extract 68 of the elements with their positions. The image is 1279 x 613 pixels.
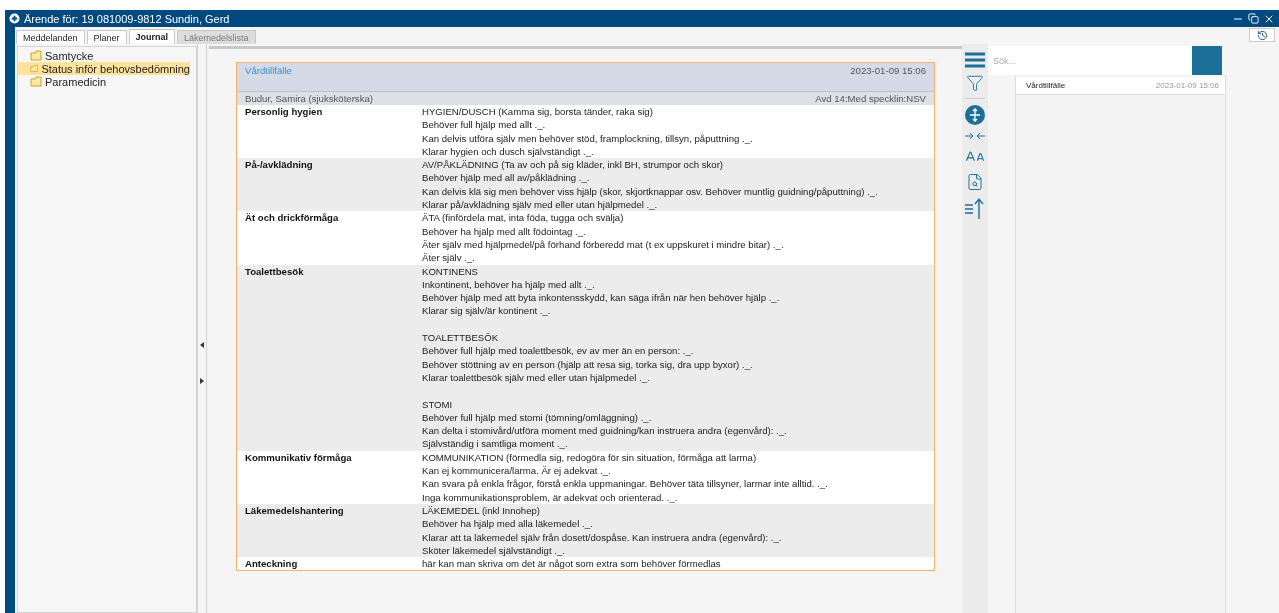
record-line: Kan svara på enkla frågor, förstå enkla uppmaningar. Behöver täta tillsyner, larmar inte alltid. ._. bbox=[422, 477, 828, 491]
filter-icon[interactable] bbox=[966, 74, 984, 92]
record-line: Klarar att ta läkemedel själv från dosett/dospåse. Kan instruera andra (egenvård): ._. bbox=[422, 530, 782, 544]
expand-right-icon[interactable] bbox=[200, 378, 204, 384]
record-unit: Avd 14:Med specklin:NSV bbox=[815, 93, 926, 104]
tab[interactable]: Journal bbox=[128, 29, 176, 44]
record-line: Äter själv med hjälpmedel/på förhand förberedd mat (t ex uppskuret i mindre bitar) ._. bbox=[422, 237, 784, 252]
section-label: Ät och drickförmåga bbox=[245, 211, 340, 226]
folder-icon bbox=[30, 63, 39, 74]
record-line: Kan ej kommunicera/larma. Är ej adekvat ._. bbox=[422, 464, 612, 478]
record-line: KOMMUNIKATION (förmedla sig, redogöra för sin situation, förmåga att larma) bbox=[422, 450, 758, 464]
record-date: 2023-01-09 15:06 bbox=[850, 65, 926, 78]
collapse-arrows-icon[interactable] bbox=[965, 131, 985, 141]
record-line: LÄKEMEDEL (inkl Innohep) bbox=[422, 503, 542, 518]
record-line: Äter själv ._. bbox=[422, 251, 476, 265]
window-title: Ärende för: 19 081009-9812 Sundin, Gerd bbox=[24, 12, 231, 25]
record-line: Klarar hygien och dusch självständigt ._. bbox=[422, 144, 595, 159]
record-line: Kan delta i stomivård/utföra moment med guidning/kan instruera andra (egenvård): ._. bbox=[422, 424, 787, 438]
document-search-icon[interactable] bbox=[966, 173, 984, 191]
tab[interactable]: Planer bbox=[86, 30, 127, 44]
result-title: Vårdtillfälle bbox=[1026, 81, 1066, 90]
record-author: Budur, Samira (sjuksköterska) bbox=[245, 93, 373, 104]
list-sort-up-icon[interactable] bbox=[965, 197, 985, 219]
record-line: Behöver full hjälp med stomi (tömning/omläggning) ._. bbox=[422, 410, 653, 425]
record-line: Behöver full hjälp med toalettbesök, ev av mer än en person: ._. bbox=[422, 344, 695, 358]
record-line: AV/PÅKLÄDNING (Ta av och på sig kläder, inkl BH, strumpor och skor) bbox=[422, 158, 725, 172]
collapse-left-icon[interactable] bbox=[200, 342, 204, 348]
menu-icon[interactable] bbox=[965, 52, 985, 68]
record-line: här kan man skriva om det är något som extra som behöver förmedlas bbox=[422, 557, 721, 571]
record-line: Behöver ha hjälp med allt födointag ._. bbox=[422, 224, 587, 238]
record-line: Klarar på/avklädning själv med eller utan hjälpmedel ._. bbox=[422, 198, 659, 212]
restore-icon[interactable] bbox=[1248, 13, 1259, 24]
history-icon bbox=[1256, 29, 1268, 41]
section-label: Toalettbesök bbox=[245, 264, 305, 279]
record-line: Klarar toalettbesök själv med eller utan hjälpmedel ._. bbox=[422, 370, 651, 385]
record-line: Kan delvis utföra själv men behöver stöd, framplockning, tillsyn, påputtning ._. bbox=[422, 131, 753, 145]
record-line: Inkontinent, behöver ha hjälp med allt ._. bbox=[422, 277, 596, 292]
record-line: Självständig i samtliga moment ._. bbox=[422, 437, 569, 451]
section-label: På-/avklädning bbox=[245, 158, 314, 173]
record-line: KONTINENS bbox=[422, 264, 479, 278]
record-line: Sköter läkemedel självständigt ._. bbox=[422, 543, 566, 558]
tree-item[interactable]: Status inför behovsbedömning bbox=[18, 62, 190, 75]
record-line: Klarar sig själv/är kontinent ._. bbox=[422, 304, 552, 318]
tab[interactable]: Meddelanden bbox=[16, 30, 85, 44]
tree-item[interactable]: Paramedicin bbox=[18, 75, 196, 88]
record-line: HYGIEN/DUSCH (Kamma sig, borsta tänder, raka sig) bbox=[422, 105, 654, 119]
expand-vertical-icon[interactable] bbox=[965, 105, 985, 125]
record-line: Behöver hjälp med att byta inkontensskydd, kan säga ifrån när hen behöver hjälp ._. bbox=[422, 291, 781, 305]
record-title: Vårdtillfälle bbox=[245, 65, 292, 78]
record-line: Kan delvis klä sig men behöver viss hjälp (skor, skjortknappar osv. Behöver muntlig guidning/påputtning) ._. bbox=[422, 184, 878, 199]
result-date: 2023-01-09 15:06 bbox=[1155, 81, 1219, 90]
record-line: Behöver stöttning av en person (hjälp att resa sig, torka sig, dra upp byxor) ._. bbox=[422, 357, 754, 371]
record-line: Behöver hjälp med all av/påklädning ._. bbox=[422, 171, 591, 185]
record-line: Behöver ha hjälp med alla läkemedel ._. bbox=[422, 517, 594, 531]
plus-circle-icon bbox=[9, 13, 20, 24]
record-line: TOALETTBESÖK bbox=[422, 331, 500, 345]
record-line: ÄTA (finfördela mat, inta föda, tugga och svälja) bbox=[422, 211, 625, 225]
history-button[interactable] bbox=[1249, 28, 1275, 42]
record-line: Behöver full hjälp med allt ._. bbox=[422, 118, 547, 132]
section-label: Läkemedelshantering bbox=[245, 503, 345, 518]
section-label: Personlig hygien bbox=[245, 105, 324, 119]
tree-item[interactable]: Samtycke bbox=[18, 49, 196, 62]
result-item[interactable]: Vårdtillfälle 2023-01-09 15:06 bbox=[1016, 77, 1225, 95]
section-label: Kommunikativ förmåga bbox=[245, 450, 353, 465]
section-label: Anteckning bbox=[245, 557, 299, 571]
record-line: STOMI bbox=[422, 397, 454, 411]
record-line: Inga kommunikationsproblem, är adekvat och orienterad. ._. bbox=[422, 490, 679, 504]
search-field[interactable]: Sök... bbox=[988, 46, 1192, 75]
